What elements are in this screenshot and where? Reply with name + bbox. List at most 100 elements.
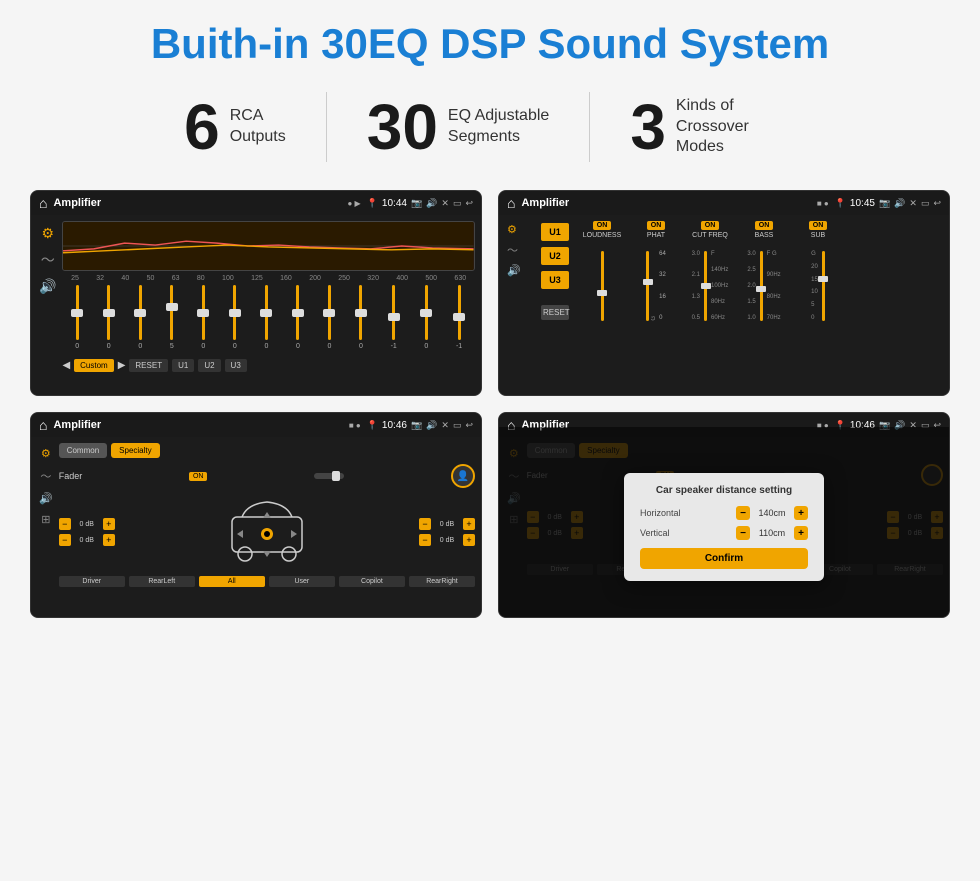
close-icon: ✕ (441, 198, 449, 209)
cross-filter-icon[interactable]: ⚙ (507, 223, 531, 236)
eq-reset-btn[interactable]: RESET (129, 359, 168, 372)
db-rr-plus[interactable]: + (463, 534, 475, 546)
fader-horizontal-slider[interactable] (314, 473, 344, 479)
cross-status-bar: ⌂ Amplifier ■ ● 📍 10:45 📷 🔊 ✕ ▭ ↩ (499, 191, 949, 215)
cutfreq-slider: 3.02.11.30.5 F140Hz100Hz80Hz60Hz (692, 241, 729, 321)
fader-app-title: Amplifier (53, 419, 342, 431)
cross-status-icons: 📍 10:45 📷 🔊 ✕ ▭ ↩ (835, 198, 941, 209)
cross-spk-icon[interactable]: 🔊 (507, 264, 531, 277)
distance-modal-overlay: Car speaker distance setting Horizontal … (498, 427, 950, 618)
vertical-minus-btn[interactable]: − (736, 526, 750, 540)
cross-wave-icon[interactable]: 〜 (507, 242, 531, 258)
db-fl-minus[interactable]: − (59, 518, 71, 530)
eq-dot-icons: ● ▶ (347, 199, 360, 208)
eq-u1-btn[interactable]: U1 (172, 359, 194, 372)
cross-close-icon: ✕ (909, 198, 917, 209)
fader-expand-icon[interactable]: ⊞ (41, 513, 50, 526)
eq-slider-3: 0 (138, 285, 142, 355)
cross-phat-col: ON PHAT G 6432160 (631, 221, 681, 322)
crossover-label: Kinds ofCrossover Modes (676, 96, 796, 158)
fader-filter-icon[interactable]: ⚙ (41, 447, 51, 460)
cross-dot-icons: ■ ● (817, 199, 829, 208)
db-control-rl: − 0 dB + (59, 534, 115, 546)
eq-slider-2: 0 (107, 285, 111, 355)
fader-label: Fader (59, 471, 83, 481)
eq-freq-labels: 2532 4050 6380 100125 160200 250320 4005… (62, 275, 475, 282)
bass-label: BASS (755, 232, 774, 239)
home-icon[interactable]: ⌂ (39, 195, 47, 211)
cross-u2-btn[interactable]: U2 (541, 247, 569, 265)
fader-all-btn[interactable]: All (199, 576, 265, 587)
eq-wave-icon[interactable]: 〜 (41, 250, 55, 270)
bass-slider: 3.02.52.01.51.0 F G90Hz80Hz70Hz (747, 241, 780, 321)
cross-app-title: Amplifier (521, 197, 810, 209)
volume-icon: 🔊 (426, 198, 437, 209)
back-icon: ↩ (465, 198, 473, 209)
eq-speaker-icon[interactable]: 🔊 (39, 278, 56, 295)
fader-back-icon: ↩ (465, 420, 473, 431)
fader-driver-btn[interactable]: Driver (59, 576, 125, 587)
fader-tab-common[interactable]: Common (59, 443, 107, 458)
fader-volume-icon: 🔊 (426, 420, 437, 431)
fader-amp-screen: ⚙ 〜 🔊 ⊞ Common Specialty Fader ON (31, 437, 481, 617)
cross-u1-btn[interactable]: U1 (541, 223, 569, 241)
eq-amp-screen: ⚙ 〜 🔊 (31, 215, 481, 395)
fader-wave-icon[interactable]: 〜 (40, 468, 51, 484)
eq-prev-btn[interactable]: ◀ (62, 360, 70, 371)
db-rl-plus[interactable]: + (103, 534, 115, 546)
eq-next-btn[interactable]: ▶ (118, 360, 126, 371)
cross-reset-btn[interactable]: RESET (541, 305, 569, 320)
vertical-plus-btn[interactable]: + (794, 526, 808, 540)
fader-copilot-btn[interactable]: Copilot (339, 576, 405, 587)
fader-home-icon[interactable]: ⌂ (39, 417, 47, 433)
fader-camera-icon: 📷 (411, 420, 422, 431)
eq-time: 10:44 (382, 198, 407, 209)
eq-custom-btn[interactable]: Custom (74, 359, 114, 372)
db-fl-plus[interactable]: + (103, 518, 115, 530)
db-rl-minus[interactable]: − (59, 534, 71, 546)
db-rl-value: 0 dB (73, 537, 101, 544)
eq-u2-btn[interactable]: U2 (198, 359, 220, 372)
fader-minimize-icon: ▭ (453, 420, 462, 431)
cross-location-icon: 📍 (835, 198, 846, 209)
cross-back-icon: ↩ (933, 198, 941, 209)
db-control-fr: − 0 dB + (419, 518, 475, 530)
cross-time: 10:45 (850, 198, 875, 209)
horizontal-minus-btn[interactable]: − (736, 506, 750, 520)
cross-main-controls: ON LOUDNESS ON PHAT G (577, 221, 943, 322)
cross-u3-btn[interactable]: U3 (541, 271, 569, 289)
horizontal-plus-btn[interactable]: + (794, 506, 808, 520)
modal-horizontal-controls: − 140cm + (736, 506, 808, 520)
modal-vertical-controls: − 110cm + (736, 526, 808, 540)
fader-spk-icon[interactable]: 🔊 (39, 492, 53, 505)
eq-filter-icon[interactable]: ⚙ (41, 225, 54, 242)
fader-rearright-btn[interactable]: RearRight (409, 576, 475, 587)
fader-user-btn[interactable]: User (269, 576, 335, 587)
fader-on-badge: ON (189, 472, 208, 481)
bass-on-badge: ON (755, 221, 774, 230)
eq-status-icons: 📍 10:44 📷 🔊 ✕ ▭ ↩ (367, 198, 473, 209)
eq-u3-btn[interactable]: U3 (225, 359, 247, 372)
fader-car-area: − 0 dB + − 0 dB + (59, 492, 475, 572)
eq-number: 30 (367, 95, 438, 159)
eq-sliders: 0 0 0 5 0 0 0 0 0 0 -1 0 -1 (62, 285, 475, 355)
eq-graph (62, 221, 475, 271)
db-fr-plus[interactable]: + (463, 518, 475, 530)
db-control-rr: − 0 dB + (419, 534, 475, 546)
eq-slider-12: 0 (424, 285, 428, 355)
fader-footer-buttons: Driver RearLeft All User Copilot RearRig… (59, 576, 475, 587)
fader-rearleft-btn[interactable]: RearLeft (129, 576, 195, 587)
fader-avatar[interactable]: 👤 (451, 464, 475, 488)
distance-screen-wrapper: ⌂ Amplifier ■ ● 📍 10:46 📷 🔊 ✕ ▭ ↩ ⚙ 〜 🔊 … (498, 412, 950, 618)
dist-amp-screen: ⚙ 〜 🔊 ⊞ Common Specialty Fader ON (499, 437, 949, 617)
cross-loudness-col: ON LOUDNESS (577, 221, 627, 322)
fader-left-db-col: − 0 dB + − 0 dB + (59, 518, 115, 546)
db-fr-minus[interactable]: − (419, 518, 431, 530)
fader-tab-specialty[interactable]: Specialty (111, 443, 159, 458)
camera-icon: 📷 (411, 198, 422, 209)
db-fr-value: 0 dB (433, 521, 461, 528)
confirm-button[interactable]: Confirm (640, 548, 808, 569)
db-rr-minus[interactable]: − (419, 534, 431, 546)
cross-home-icon[interactable]: ⌂ (507, 195, 515, 211)
stats-row: 6 RCAOutputs 30 EQ AdjustableSegments 3 … (30, 92, 950, 162)
